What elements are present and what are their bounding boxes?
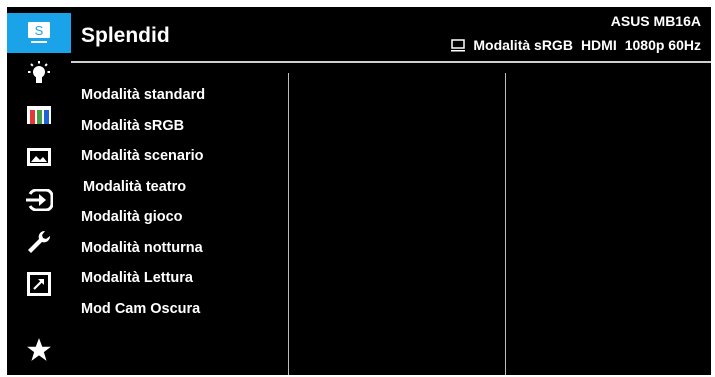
sidebar-item-favorite[interactable] [7,330,71,370]
column-divider [505,73,506,375]
sidebar-item-brightness[interactable] [7,54,71,94]
brightness-bulb-icon [28,61,50,83]
image-icon [27,148,51,166]
osd-window: S Splendid ASUS MB16A Modalità sRGB HDMI… [7,7,711,375]
shortcut-arrow-icon [27,272,51,296]
model-name: ASUS MB16A [610,13,701,29]
wrench-icon [28,230,51,253]
star-icon [27,338,51,361]
menu-item-standard[interactable]: Modalità standard [71,80,291,111]
splendid-s-letter: S [35,23,44,38]
menu-item-theater[interactable]: Modalità teatro [71,172,291,203]
menu-item-reading[interactable]: Modalità Lettura [71,263,291,294]
status-mode: Modalità sRGB [473,37,573,53]
menu-item-srgb[interactable]: Modalità sRGB [71,111,291,142]
status-input: HDMI [580,37,617,53]
splendid-s-icon: S [28,22,50,43]
page-title: Splendid [81,24,170,47]
sidebar-item-shortcut[interactable] [7,264,71,304]
sidebar-item-image[interactable] [7,138,71,178]
menu-item-scenery[interactable]: Modalità scenario [71,141,291,172]
sidebar-item-color[interactable] [7,96,71,136]
input-select-icon [26,189,53,211]
color-bars-icon [27,106,51,124]
menu-item-night[interactable]: Modalità notturna [71,233,291,264]
status-bar: Modalità sRGB HDMI 1080p 60Hz [451,37,701,53]
status-resolution: 1080p 60Hz [624,37,701,53]
sidebar-item-system-setup[interactable] [7,222,71,262]
osd-header: Splendid ASUS MB16A Modalità sRGB HDMI 1… [71,7,711,63]
splendid-mode-list: Modalità standard Modalità sRGB Modalità… [71,80,291,324]
sidebar-item-input-select[interactable] [7,180,71,220]
menu-item-game[interactable]: Modalità gioco [71,202,291,233]
menu-item-darkroom[interactable]: Mod Cam Oscura [71,294,291,325]
sidebar-item-splendid[interactable]: S [7,13,71,53]
sidebar: S [7,7,71,375]
monitor-icon [451,38,466,51]
